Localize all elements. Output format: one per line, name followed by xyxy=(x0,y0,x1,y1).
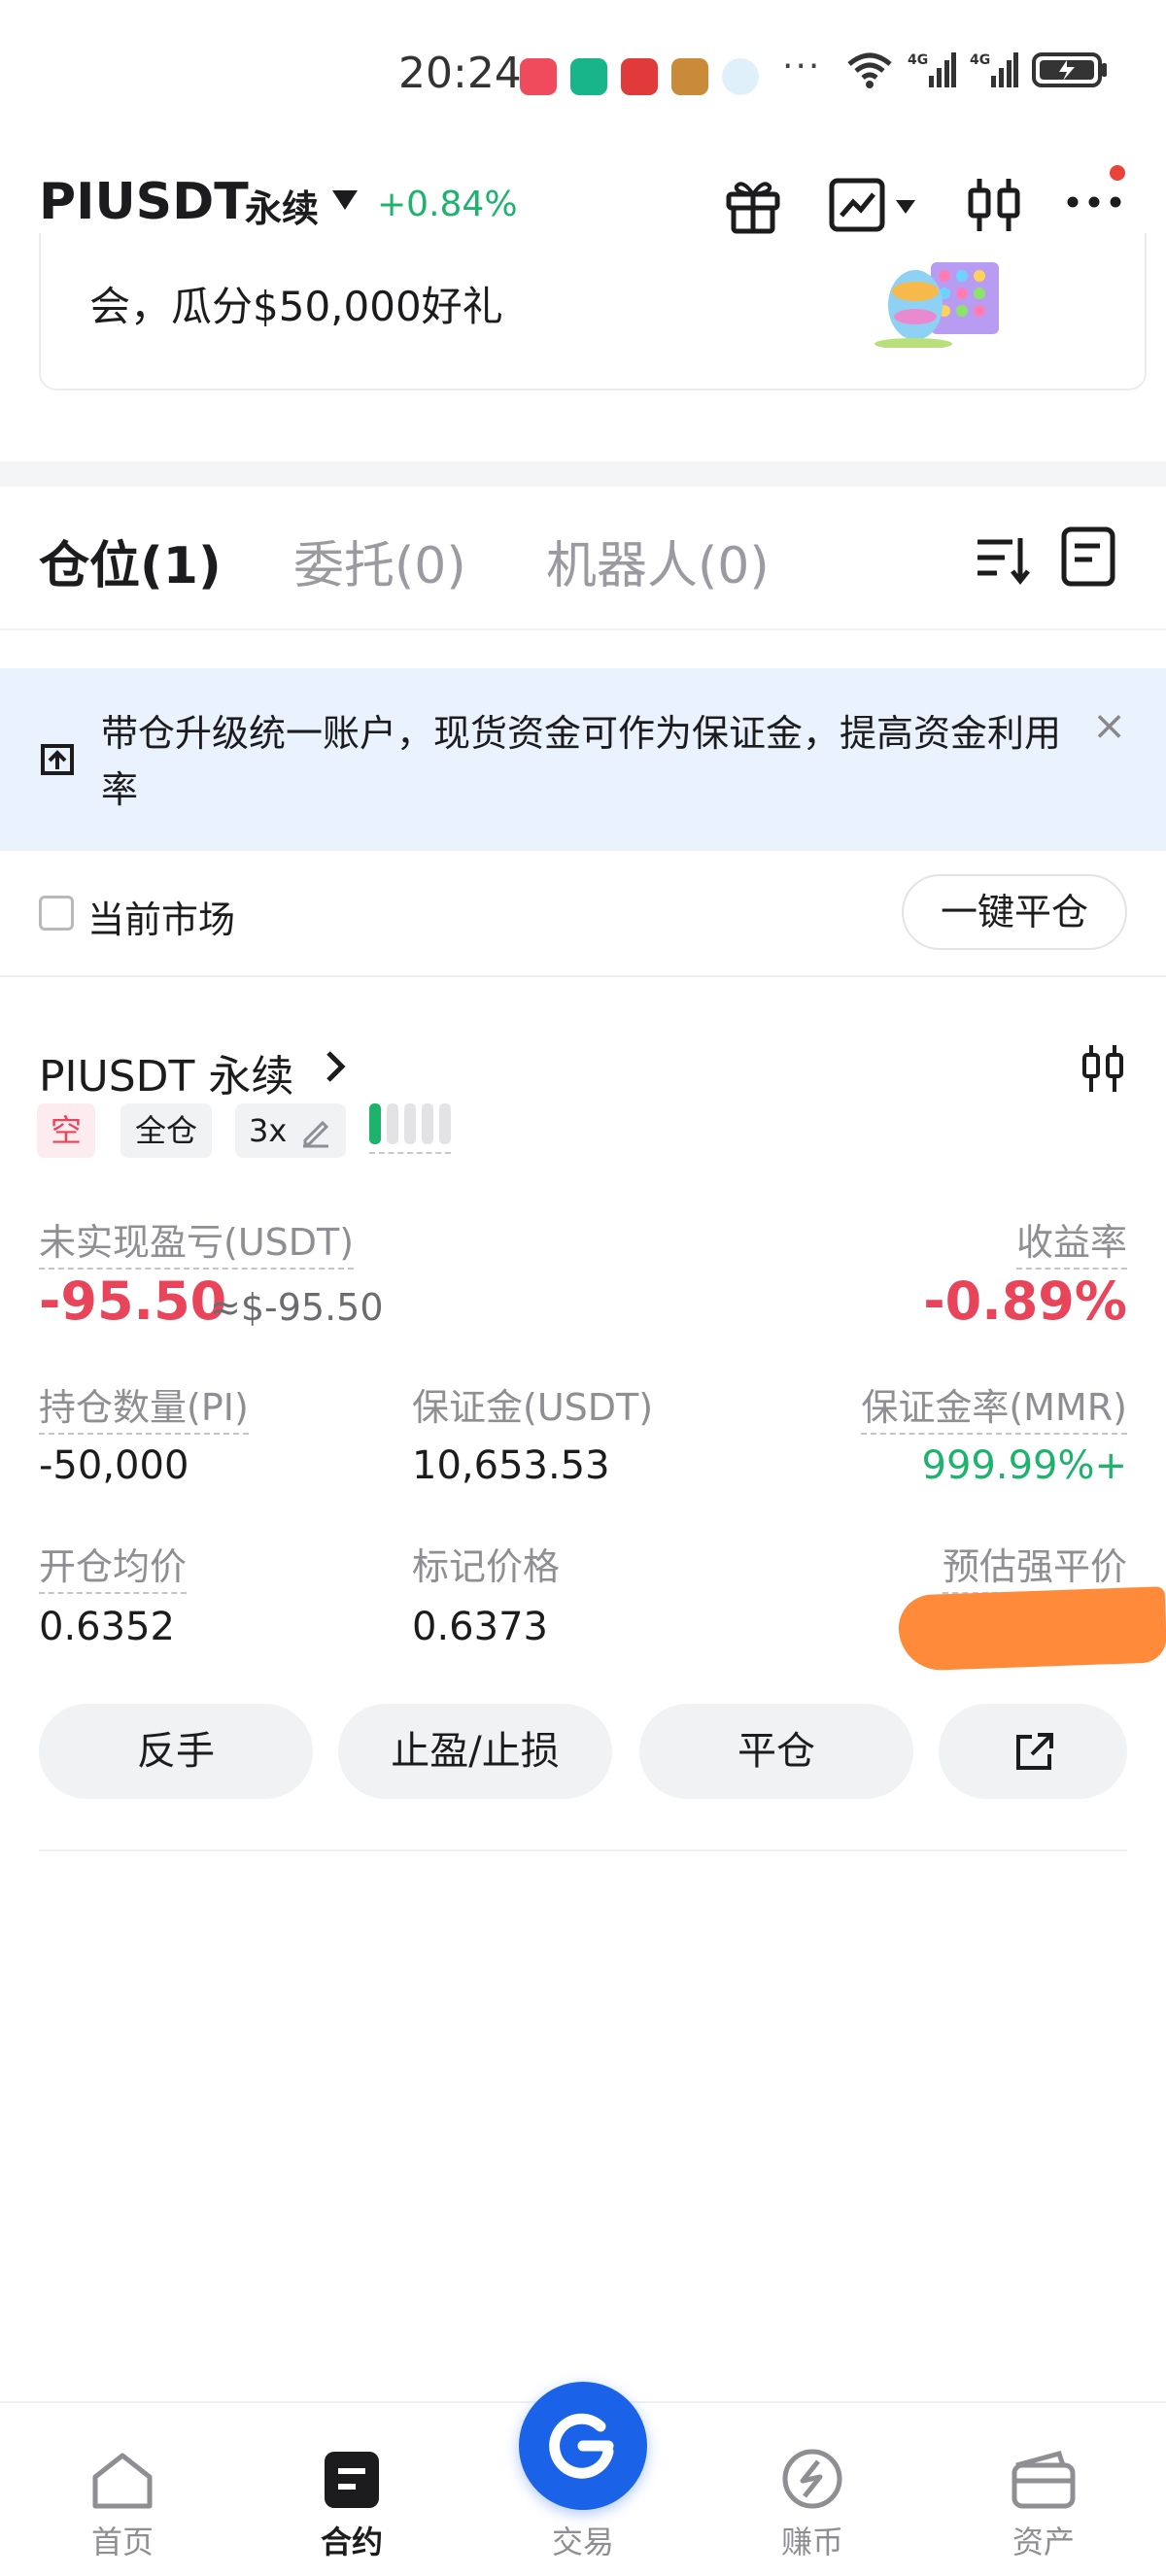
margin-value: 10,653.53 xyxy=(412,1443,610,1488)
adl-bar xyxy=(369,1103,381,1144)
more-notifications-icon: ··· xyxy=(782,47,822,86)
nav-futures-label[interactable]: 合约 xyxy=(274,2518,429,2562)
nav-home-label[interactable]: 首页 xyxy=(45,2518,200,2562)
adl-bar xyxy=(404,1103,416,1144)
size-value: -50,000 xyxy=(39,1443,189,1488)
upgrade-icon xyxy=(41,744,74,775)
signal-4g-icon-2: 4G xyxy=(970,52,1018,87)
unrealized-pnl-label[interactable]: 未实现盈亏(USDT) xyxy=(39,1212,355,1270)
notification-icons xyxy=(520,58,759,95)
price-change: +0.84% xyxy=(377,185,518,224)
adl-bar xyxy=(422,1103,433,1144)
roe-label[interactable]: 收益率 xyxy=(1015,1212,1127,1270)
battery-icon xyxy=(1032,52,1107,87)
wifi-icon xyxy=(847,52,892,88)
share-external-icon xyxy=(1016,1733,1053,1770)
chart-app-icon xyxy=(621,58,658,95)
reverse-button[interactable]: 反手 xyxy=(39,1704,313,1799)
position-symbol[interactable]: PIUSDT 永续 xyxy=(39,1041,293,1103)
browser-app-icon xyxy=(722,58,759,95)
earn-icon[interactable] xyxy=(735,2448,890,2510)
sort-icon[interactable] xyxy=(974,530,1032,589)
tab-positions[interactable]: 仓位(1) xyxy=(39,525,222,597)
tab-orders[interactable]: 委托(0) xyxy=(293,525,466,597)
close-icon[interactable]: × xyxy=(1092,701,1126,749)
nav-earn-label[interactable]: 赚币 xyxy=(735,2518,890,2562)
promo-egg-image xyxy=(874,262,999,348)
close-position-button[interactable]: 平仓 xyxy=(639,1704,913,1799)
game-app-icon xyxy=(671,58,708,95)
wallet-icon[interactable] xyxy=(966,2448,1121,2510)
redaction-mark xyxy=(897,1586,1166,1672)
more-menu-icon[interactable] xyxy=(1063,161,1131,229)
size-label[interactable]: 持仓数量(PI) xyxy=(39,1377,249,1435)
history-record-icon[interactable] xyxy=(1059,525,1117,589)
futures-icon[interactable] xyxy=(274,2448,429,2510)
tp-sl-button[interactable]: 止盈/止损 xyxy=(338,1704,612,1799)
status-bar: 20:24 ··· 4G 4G xyxy=(0,0,1166,155)
side-short-tag: 空 xyxy=(37,1103,95,1158)
trade-button[interactable] xyxy=(519,2382,647,2510)
signal-4g-icon: 4G xyxy=(908,52,956,87)
contract-symbol[interactable]: PIUSDT xyxy=(39,173,249,231)
candlestick-icon[interactable] xyxy=(962,173,1026,237)
mi-app-icon xyxy=(570,58,607,95)
adl-bar xyxy=(387,1103,398,1144)
leverage-value: 3x xyxy=(249,1112,288,1149)
mark-price-value: 0.6373 xyxy=(412,1605,548,1649)
notice-text: 带仓升级统一账户，现货资金可作为保证金，提高资金利用率 xyxy=(101,712,1062,811)
entry-price-label[interactable]: 开仓均价 xyxy=(39,1537,188,1594)
edit-pencil-icon[interactable] xyxy=(299,1115,332,1148)
current-market-label[interactable]: 当前市场 xyxy=(87,890,235,943)
margin-mode-tag[interactable]: 全仓 xyxy=(120,1103,212,1158)
nav-trade-label[interactable]: 交易 xyxy=(505,2518,661,2562)
nav-assets-label[interactable]: 资产 xyxy=(966,2518,1121,2562)
system-indicators: 4G 4G xyxy=(845,51,1110,89)
promo-banner-text: 会，瓜分$50,000好礼 xyxy=(89,283,503,330)
home-icon[interactable] xyxy=(45,2448,200,2510)
svg-text:4G: 4G xyxy=(970,52,990,68)
margin-label: 保证金(USDT) xyxy=(412,1386,654,1429)
liq-price-label[interactable]: 预估强平价 xyxy=(942,1537,1127,1594)
candlestick-icon-small[interactable] xyxy=(1079,1041,1127,1096)
close-all-button[interactable]: 一键平仓 xyxy=(902,874,1127,950)
tab-bots[interactable]: 机器人(0) xyxy=(546,525,770,597)
svg-text:4G: 4G xyxy=(908,52,928,68)
unrealized-pnl-value: -95.50 xyxy=(39,1271,227,1332)
mmr-label[interactable]: 保证金率(MMR) xyxy=(861,1377,1127,1435)
mmr-value: 999.99%+ xyxy=(921,1443,1127,1488)
adl-bar xyxy=(439,1103,451,1144)
mark-price-label: 标记价格 xyxy=(412,1545,561,1588)
unrealized-pnl-usd: ≈$-95.50 xyxy=(210,1286,384,1329)
trade-icon xyxy=(549,2413,614,2479)
current-market-checkbox[interactable] xyxy=(39,896,74,931)
leverage-tag[interactable]: 3x xyxy=(235,1103,346,1158)
status-time: 20:24 xyxy=(398,49,522,98)
huawei-app-icon xyxy=(520,58,557,95)
contract-type[interactable]: 永续 xyxy=(245,179,319,232)
chevron-right-icon[interactable] xyxy=(321,1045,350,1088)
chart-mode-icon[interactable] xyxy=(828,173,925,237)
share-button[interactable] xyxy=(939,1704,1127,1799)
divider xyxy=(0,975,1166,977)
roe-value: -0.89% xyxy=(923,1271,1127,1332)
section-separator xyxy=(0,461,1166,487)
gift-icon[interactable] xyxy=(721,173,785,237)
caret-down-icon[interactable] xyxy=(332,190,358,210)
divider xyxy=(39,1849,1127,1851)
adl-indicator[interactable] xyxy=(369,1103,451,1154)
entry-price-value: 0.6352 xyxy=(39,1605,175,1649)
